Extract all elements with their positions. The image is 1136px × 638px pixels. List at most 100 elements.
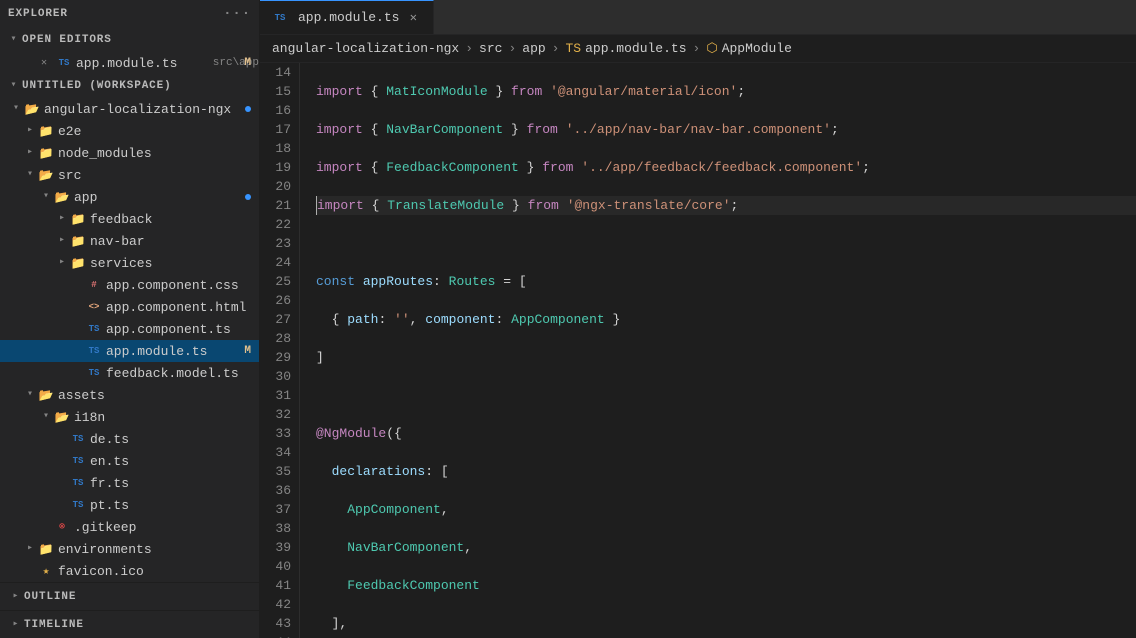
folder-assets-label: assets — [58, 388, 259, 403]
tab-label: app.module.ts — [298, 10, 399, 25]
code-line-23: @NgModule({ — [316, 424, 1136, 443]
open-editor-filename: app.module.ts — [76, 56, 209, 71]
assets-chevron — [22, 387, 38, 403]
code-line-21: ] — [316, 348, 1136, 367]
sidebar-content: OPEN EDITORS ✕ TS app.module.ts src\app … — [0, 28, 259, 582]
file-css-label: app.component.css — [106, 278, 259, 293]
tab-app-module[interactable]: TS app.module.ts ✕ — [260, 0, 434, 35]
editor-area: TS app.module.ts ✕ angular-localization-… — [260, 0, 1136, 638]
file-app-component-css[interactable]: # app.component.css — [0, 274, 259, 296]
file-app-component-html[interactable]: <> app.component.html — [0, 296, 259, 318]
sidebar: EXPLORER ··· OPEN EDITORS ✕ TS app.modul… — [0, 0, 260, 638]
outline-label: OUTLINE — [24, 591, 76, 603]
modified-badge: M — [244, 57, 251, 69]
line-numbers: 14 15 16 17 18 19 20 21 22 23 24 25 26 2… — [260, 63, 300, 638]
favicon-icon: ★ — [38, 563, 54, 579]
root-chevron — [8, 101, 24, 117]
explorer-label: EXPLORER — [8, 8, 68, 20]
file-gitkeep[interactable]: ⊗ .gitkeep — [0, 516, 259, 538]
folder-assets[interactable]: 📂 assets — [0, 384, 259, 406]
folder-i18n[interactable]: 📂 i18n — [0, 406, 259, 428]
timeline-label: TIMELINE — [24, 619, 84, 631]
more-icon[interactable]: ··· — [223, 6, 251, 22]
file-pt-ts[interactable]: TS pt.ts — [0, 494, 259, 516]
app-dot — [245, 194, 251, 200]
root-folder[interactable]: 📂 angular-localization-ngx — [0, 98, 259, 120]
folder-open-icon: 📂 — [38, 167, 54, 183]
file-fr-ts[interactable]: TS fr.ts — [0, 472, 259, 494]
folder-services[interactable]: 📁 services — [0, 252, 259, 274]
code-line-26: NavBarComponent, — [316, 538, 1136, 557]
code-line-14: import { MatIconModule } from '@angular/… — [316, 82, 1136, 101]
folder-open-icon: 📂 — [38, 387, 54, 403]
outline-section[interactable]: OUTLINE — [0, 582, 259, 610]
code-line-28: ], — [316, 614, 1136, 633]
e2e-chevron — [22, 123, 38, 139]
breadcrumb-class[interactable]: AppModule — [722, 41, 792, 56]
folder-feedback[interactable]: 📁 feedback — [0, 208, 259, 230]
code-content[interactable]: import { MatIconModule } from '@angular/… — [300, 63, 1136, 638]
folder-e2e[interactable]: 📁 e2e — [0, 120, 259, 142]
environments-chevron — [22, 541, 38, 557]
folder-i18n-label: i18n — [74, 410, 259, 425]
workspace-chevron — [6, 78, 22, 94]
html-icon: <> — [86, 299, 102, 315]
folder-icon: 📁 — [38, 123, 54, 139]
services-chevron — [54, 255, 70, 271]
ts-icon: TS — [70, 453, 86, 469]
folder-app[interactable]: 📂 app — [0, 186, 259, 208]
folder-icon: 📁 — [38, 541, 54, 557]
folder-icon: 📁 — [70, 211, 86, 227]
folder-e2e-label: e2e — [58, 124, 259, 139]
file-en-ts-label: en.ts — [90, 454, 259, 469]
breadcrumb-app[interactable]: app — [522, 41, 545, 56]
code-line-18 — [316, 234, 1136, 253]
breadcrumb-sep-2: › — [508, 41, 516, 56]
code-line-20: { path: '', component: AppComponent } — [316, 310, 1136, 329]
folder-feedback-label: feedback — [90, 212, 259, 227]
ts-icon: TS — [86, 365, 102, 381]
file-favicon[interactable]: ★ favicon.ico — [0, 560, 259, 582]
ts-icon: TS — [86, 343, 102, 359]
file-gitkeep-label: .gitkeep — [74, 520, 259, 535]
file-de-ts[interactable]: TS de.ts — [0, 428, 259, 450]
file-app-module-ts[interactable]: TS app.module.ts M — [0, 340, 259, 362]
workspace-header[interactable]: UNTITLED (WORKSPACE) — [0, 74, 259, 98]
css-icon: # — [86, 277, 102, 293]
code-line-22 — [316, 386, 1136, 405]
folder-node-modules[interactable]: 📁 node_modules — [0, 142, 259, 164]
timeline-chevron — [8, 617, 24, 633]
breadcrumb-sep-1: › — [465, 41, 473, 56]
modified-badge-module: M — [244, 345, 251, 357]
root-folder-label: angular-localization-ngx — [44, 102, 245, 117]
folder-icon: 📁 — [70, 233, 86, 249]
src-chevron — [22, 167, 38, 183]
breadcrumb-ts-icon: TS — [565, 41, 581, 56]
file-app-component-ts[interactable]: TS app.component.ts — [0, 318, 259, 340]
open-editors-header[interactable]: OPEN EDITORS — [0, 28, 259, 52]
ts-icon: TS — [70, 475, 86, 491]
breadcrumb-root[interactable]: angular-localization-ngx — [272, 41, 459, 56]
file-en-ts[interactable]: TS en.ts — [0, 450, 259, 472]
file-html-label: app.component.html — [106, 300, 259, 315]
file-pt-ts-label: pt.ts — [90, 498, 259, 513]
node-modules-chevron — [22, 145, 38, 161]
breadcrumb-file[interactable]: app.module.ts — [585, 41, 686, 56]
folder-src[interactable]: 📂 src — [0, 164, 259, 186]
code-line-19: const appRoutes: Routes = [ — [316, 272, 1136, 291]
close-icon[interactable]: ✕ — [36, 55, 52, 71]
feedback-chevron — [54, 211, 70, 227]
breadcrumb-sep-4: › — [693, 41, 701, 56]
open-editor-item-app-module[interactable]: ✕ TS app.module.ts src\app M — [0, 52, 259, 74]
tab-close-button[interactable]: ✕ — [405, 10, 421, 26]
outline-chevron — [8, 589, 24, 605]
folder-nav-bar[interactable]: 📁 nav-bar — [0, 230, 259, 252]
file-feedback-model-ts[interactable]: TS feedback.model.ts — [0, 362, 259, 384]
open-editors-chevron — [6, 32, 22, 48]
folder-environments[interactable]: 📁 environments — [0, 538, 259, 560]
timeline-section[interactable]: TIMELINE — [0, 610, 259, 638]
breadcrumb-src[interactable]: src — [479, 41, 502, 56]
app-chevron — [38, 189, 54, 205]
code-line-24: declarations: [ — [316, 462, 1136, 481]
breadcrumb: angular-localization-ngx › src › app › T… — [260, 35, 1136, 63]
